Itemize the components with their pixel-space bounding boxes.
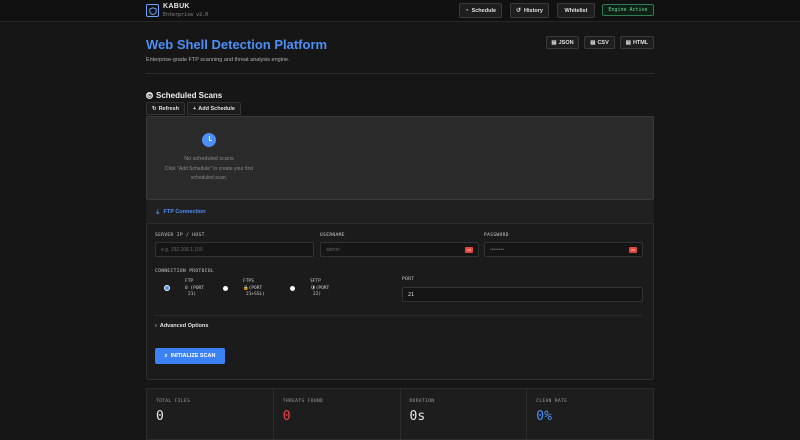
stat-total-files: TOTAL FILES 0 [147,389,274,439]
scheduled-scans-heading: ◷ Scheduled Scans [146,91,222,100]
password-input[interactable]: •••••••• ••• [484,242,643,257]
username-placeholder: admin [326,246,340,253]
schedule-button[interactable]: ◔ Schedule [459,3,502,18]
advanced-options-label: Advanced Options [159,323,209,329]
stat-duration: DURATION 0s [401,389,528,439]
export-csv-button[interactable]: ▤ CSV [584,36,615,49]
server-input[interactable]: e.g. 192.168.1.100 [155,242,314,257]
port-input[interactable]: 21 [402,287,643,302]
advanced-options-toggle[interactable]: › Advanced Options [155,323,208,329]
username-input[interactable]: admin ••• [320,242,479,257]
empty-state-title: No scheduled scans [184,156,234,162]
port-value: 21 [408,291,415,298]
header-divider [146,73,654,74]
clock-icon [202,133,216,147]
protocol-detail: 21+SSL) [246,292,265,297]
initialize-scan-button[interactable]: ⌕ INITIALIZE SCAN [155,348,225,364]
history-label: History [524,7,543,14]
engine-status-label: Engine Active [608,7,648,13]
refresh-button[interactable]: ↻ Refresh [146,102,185,115]
plug-icon: ⏚ [155,210,161,216]
top-bar [0,0,800,22]
clock-icon: ◔ [464,7,469,14]
page-title: Web Shell Detection Platform [146,37,328,52]
engine-status-badge: Engine Active [602,4,654,16]
app-version: Enterprise v2.0 [163,12,209,18]
protocol-detail: 22) [313,292,322,297]
export-html-label: HTML [632,39,649,46]
stat-value: 0% [536,409,552,424]
page-subtitle: Enterprise-grade FTP scanning and threat… [146,57,290,63]
export-csv-label: CSV [597,39,609,46]
protocol-radio-sftp[interactable] [290,286,295,291]
search-icon: ⌕ [164,352,168,359]
history-icon: ↺ [516,8,522,14]
stat-label: TOTAL FILES [156,399,191,404]
whitelist-label: Whitelist [564,7,588,14]
stat-value: 0s [409,409,426,424]
add-schedule-label: Add Schedule [198,105,235,112]
chevron-right-icon: › [155,323,157,329]
server-label: SERVER IP / HOST [155,233,205,238]
key-icon: ••• [629,247,637,253]
history-button[interactable]: ↺ History [510,3,549,18]
stat-value: 0 [282,409,291,424]
file-icon: ▤ [551,39,557,46]
protocol-radio-ftps[interactable] [223,286,228,291]
stat-label: DURATION [409,399,435,404]
protocol-radio-ftp[interactable] [164,285,170,291]
stat-value: 0 [156,409,164,424]
file-icon: ▤ [590,39,596,46]
protocol-option-ftps: FTPS 🔒(PORT 21+SSL) [243,279,265,299]
add-schedule-button[interactable]: + Add Schedule [187,102,241,115]
password-label: PASSWORD [484,233,509,238]
empty-state-description: Click "Add Schedule" to create your firs… [164,166,254,181]
ftp-connection-heading: ⏚ FTP Connection [155,208,206,216]
stat-label: CLEAN RATE [536,399,568,404]
ftp-panel-header [146,200,654,224]
file-icon: ▤ [625,39,631,46]
shield-logo-icon [146,4,159,17]
export-json-button[interactable]: ▤ JSON [546,36,579,49]
key-icon: ••• [465,247,473,253]
whitelist-button[interactable]: Whitelist [557,3,595,18]
refresh-icon: ↻ [151,105,157,112]
protocol-option-sftp: SFTP 🛡(PORT 22) [310,279,329,299]
protocol-option-ftp: FTP 0 (PORT 21) [185,279,204,299]
ftp-connection-title: FTP Connection [163,209,206,215]
scheduled-scans-title: Scheduled Scans [156,91,223,100]
export-json-label: JSON [558,39,574,46]
ftp-divider [155,315,643,316]
refresh-label: Refresh [158,105,180,112]
server-placeholder: e.g. 192.168.1.100 [161,246,203,253]
port-label: PORT [402,277,415,282]
app-name: KABUK [163,3,190,10]
username-label: USERNAME [320,233,345,238]
stat-label: THREATS FOUND [282,399,324,404]
stats-bar: TOTAL FILES 0 THREATS FOUND 0 DURATION 0… [146,388,654,440]
plus-icon: + [193,105,197,112]
clock-icon: ◷ [146,92,153,99]
stat-clean-rate: CLEAN RATE 0% [527,389,653,439]
stat-threats-found: THREATS FOUND 0 [274,389,401,439]
protocol-label: CONNECTION PROTOCOL [155,269,215,274]
export-html-button[interactable]: ▤ HTML [620,36,654,49]
protocol-detail: 21) [188,292,197,297]
password-placeholder: •••••••• [490,246,505,253]
initialize-scan-label: INITIALIZE SCAN [170,353,216,359]
schedule-label: Schedule [471,7,497,14]
